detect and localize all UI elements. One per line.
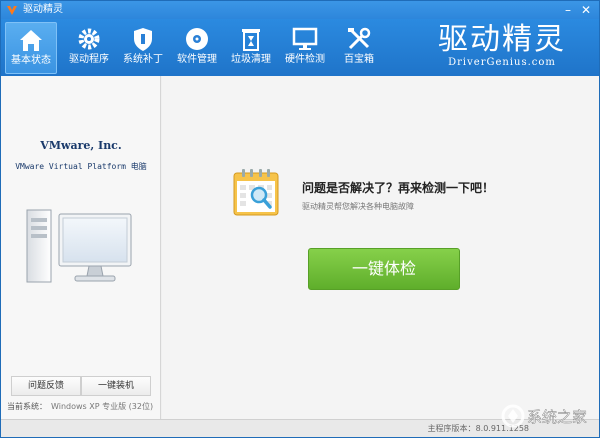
title-bar: 驱动精灵 – ✕: [1, 1, 599, 19]
tab-label: 硬件检测: [285, 54, 325, 65]
watermark-logo: 系统之家: [501, 404, 587, 428]
disc-icon: [186, 28, 208, 50]
close-button[interactable]: ✕: [577, 1, 595, 19]
shield-icon: [134, 28, 152, 51]
home-icon: [20, 30, 42, 51]
tab-hardware[interactable]: 硬件检测: [279, 22, 331, 74]
tab-label: 垃圾清理: [231, 54, 271, 65]
one-click-install-button[interactable]: 一键装机: [81, 376, 151, 396]
gear-icon: [78, 28, 100, 50]
tab-label: 驱动程序: [69, 54, 109, 65]
brand-logo: 驱动精灵 DriverGenius.com: [427, 23, 577, 73]
feedback-button[interactable]: 问题反馈: [11, 376, 81, 396]
app-logo-icon: [7, 6, 17, 15]
tab-patches[interactable]: 系统补丁: [117, 22, 169, 74]
computer-icon: [26, 209, 132, 283]
tab-label: 软件管理: [177, 54, 217, 65]
tab-cleanup[interactable]: 垃圾清理: [225, 22, 277, 74]
system-value: Windows XP 专业版 (32位): [51, 402, 154, 411]
headline: 问题是否解决了？再来检测一下吧！: [302, 181, 495, 195]
brand-url: DriverGenius.com: [448, 57, 556, 68]
calendar-search-icon: [233, 169, 279, 216]
brand-name: 驱动精灵: [438, 22, 566, 57]
main-panel: 问题是否解决了？再来检测一下吧！ 驱动精灵帮您解决各种电脑故障 一键体检: [162, 76, 599, 419]
version-label: 主程序版本：: [427, 424, 476, 433]
tab-label: 基本状态: [11, 55, 51, 66]
computer-model: VMware Virtual Platform 电脑: [15, 162, 147, 171]
toolbar: 基本状态 驱动程序 系统补丁 软件管理 垃圾清理 硬件检测 百宝箱 驱动精灵 D…: [1, 19, 599, 76]
computer-vendor: VMware, Inc.: [40, 139, 122, 152]
subline: 驱动精灵帮您解决各种电脑故障: [302, 202, 414, 211]
system-label: 当前系统：: [7, 402, 47, 411]
main-window: 驱动精灵 – ✕ 基本状态 驱动程序 系统补丁 软件管理 垃圾清理 硬件检测 百…: [0, 0, 600, 438]
trash-icon: [242, 29, 260, 51]
tab-drivers[interactable]: 驱动程序: [63, 22, 115, 74]
tab-label: 百宝箱: [344, 54, 374, 65]
one-click-check-button[interactable]: 一键体检: [308, 248, 460, 290]
tab-toolbox[interactable]: 百宝箱: [333, 22, 385, 74]
tab-software[interactable]: 软件管理: [171, 22, 223, 74]
sidebar: VMware, Inc. VMware Virtual Platform 电脑 …: [1, 76, 161, 419]
tools-icon: [348, 27, 371, 50]
tab-label: 系统补丁: [123, 54, 163, 65]
system-info: 当前系统： Windows XP 专业版 (32位): [7, 401, 153, 412]
tab-basic-status[interactable]: 基本状态: [5, 22, 57, 74]
minimize-button[interactable]: –: [559, 1, 577, 19]
monitor-icon: [292, 27, 318, 50]
window-title: 驱动精灵: [23, 4, 63, 15]
sidebar-actions: 问题反馈 一键装机: [11, 376, 151, 396]
window-controls: – ✕: [559, 1, 595, 19]
watermark-text: 系统之家: [527, 408, 587, 426]
